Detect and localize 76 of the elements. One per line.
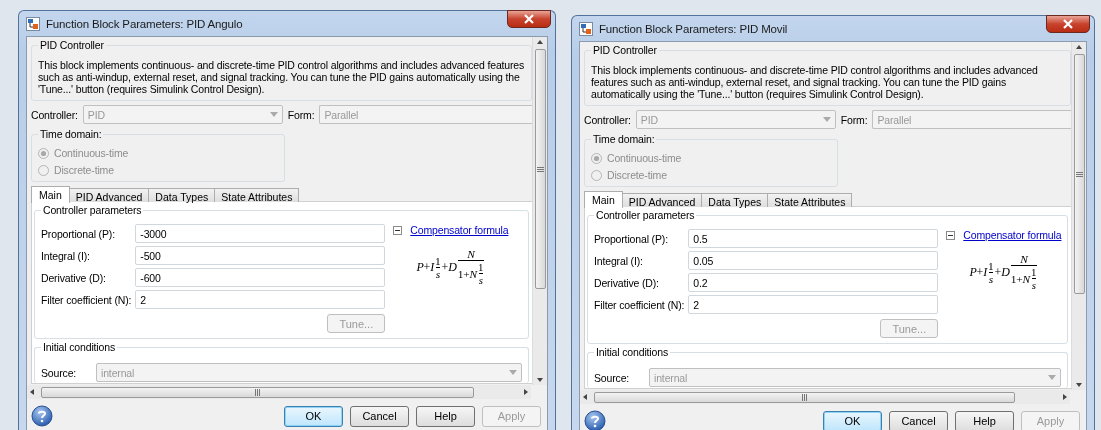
grip-icon — [1075, 171, 1083, 177]
group-title: Time domain: — [591, 133, 657, 145]
input-field[interactable]: 0.5 — [688, 229, 939, 248]
compensator-formula-link[interactable]: Compensator formula — [410, 224, 509, 236]
input-field[interactable]: -600 — [135, 268, 386, 287]
dialog-button[interactable]: Help — [416, 405, 475, 427]
grip-icon — [802, 393, 808, 401]
dialog-button[interactable]: OK — [823, 410, 882, 430]
block-icon — [579, 21, 593, 36]
description: This block implements continuous- and discrete-time PID control algorithms and includes advanced features such as anti-windup, external reset, and signal tracking. You can tune the PID gains automatically using the 'Tune...' button (requires Simulink Control Design). — [591, 64, 1039, 100]
field-label: Controller: — [584, 113, 631, 126]
field-label: Filter coefficient (N): — [594, 298, 685, 311]
compensator-formula-link[interactable]: Compensator formula — [963, 229, 1062, 241]
tab[interactable]: PID Advanced — [621, 193, 703, 207]
tab[interactable]: Data Types — [148, 188, 216, 202]
caret-icon — [509, 370, 517, 375]
field-label: Source: — [594, 371, 631, 384]
tab[interactable]: State Attributes — [214, 188, 300, 202]
field-label: Source: — [41, 366, 78, 379]
caret-icon — [822, 117, 831, 122]
window-title: Function Block Parameters: PID Movil — [599, 22, 788, 35]
field-label: Integral (I): — [594, 254, 644, 267]
group-title: Initial conditions — [41, 341, 117, 353]
field-label: Proportional (P): — [594, 232, 669, 245]
window-title: Function Block Parameters: PID Angulo — [46, 17, 243, 30]
input-field[interactable]: -3000 — [135, 224, 386, 243]
input-field[interactable]: -500 — [135, 246, 386, 265]
tab[interactable]: PID Advanced — [68, 188, 150, 202]
description: This block implements continuous- and discrete-time PID control algorithms and includes advanced features such as anti-windup, external reset, and signal tracking. You can tune the PID gains automatically using the 'Tune...' button (requires Simulink Control Design). — [38, 59, 525, 95]
tab[interactable]: Data Types — [701, 193, 769, 207]
block-icon — [26, 16, 40, 31]
help-icon[interactable] — [31, 405, 53, 427]
horizontal-scrollbar[interactable] — [580, 390, 1070, 404]
input-field[interactable]: 0.05 — [688, 251, 939, 270]
vertical-scrollbar[interactable] — [1071, 42, 1086, 390]
caret-icon — [1048, 375, 1056, 380]
dialog-button[interactable]: Help — [955, 410, 1014, 430]
grip-icon — [255, 388, 261, 396]
collapse-icon[interactable] — [393, 225, 403, 235]
horizontal-scrollbar[interactable] — [27, 385, 531, 399]
collapse-icon[interactable] — [946, 230, 956, 240]
field-label: Derivative (D): — [41, 271, 107, 284]
field-label: Form: — [287, 108, 315, 121]
radio-label: Continuous-time — [54, 147, 129, 159]
close-icon — [523, 14, 535, 24]
input-field[interactable]: 0.2 — [688, 273, 939, 292]
input-field[interactable]: 2 — [135, 290, 386, 309]
radio-label: Continuous-time — [607, 152, 682, 164]
field-label: Controller: — [31, 108, 78, 121]
dialog-button[interactable]: OK — [284, 405, 343, 427]
radio-label: Discrete-time — [607, 169, 667, 181]
dialog-button[interactable]: Cancel — [889, 410, 948, 430]
input-field[interactable]: 2 — [688, 295, 939, 314]
field-label: Proportional (P): — [41, 227, 116, 240]
tab[interactable]: Main — [584, 191, 623, 208]
close-button[interactable] — [507, 10, 551, 28]
group-title: Time domain: — [38, 128, 104, 140]
field-label: Integral (I): — [41, 249, 91, 262]
dialog-button[interactable]: Cancel — [350, 405, 409, 427]
help-icon[interactable] — [584, 410, 606, 430]
radio-label: Discrete-time — [54, 164, 114, 176]
group-title: Controller parameters — [41, 204, 144, 216]
grip-icon — [536, 166, 544, 172]
field-label: Derivative (D): — [594, 276, 660, 289]
group-title: Initial conditions — [594, 346, 670, 358]
caret-icon — [269, 112, 278, 117]
close-button[interactable] — [1046, 15, 1090, 33]
close-icon — [1062, 19, 1074, 29]
field-label: Filter coefficient (N): — [41, 293, 132, 306]
tab[interactable]: State Attributes — [767, 193, 853, 207]
group-title: Controller parameters — [594, 209, 697, 221]
field-label: Form: — [840, 113, 868, 126]
group-title: PID Controller — [38, 39, 106, 51]
group-title: PID Controller — [591, 44, 659, 56]
vertical-scrollbar[interactable] — [532, 37, 547, 385]
tab[interactable]: Main — [31, 186, 70, 203]
